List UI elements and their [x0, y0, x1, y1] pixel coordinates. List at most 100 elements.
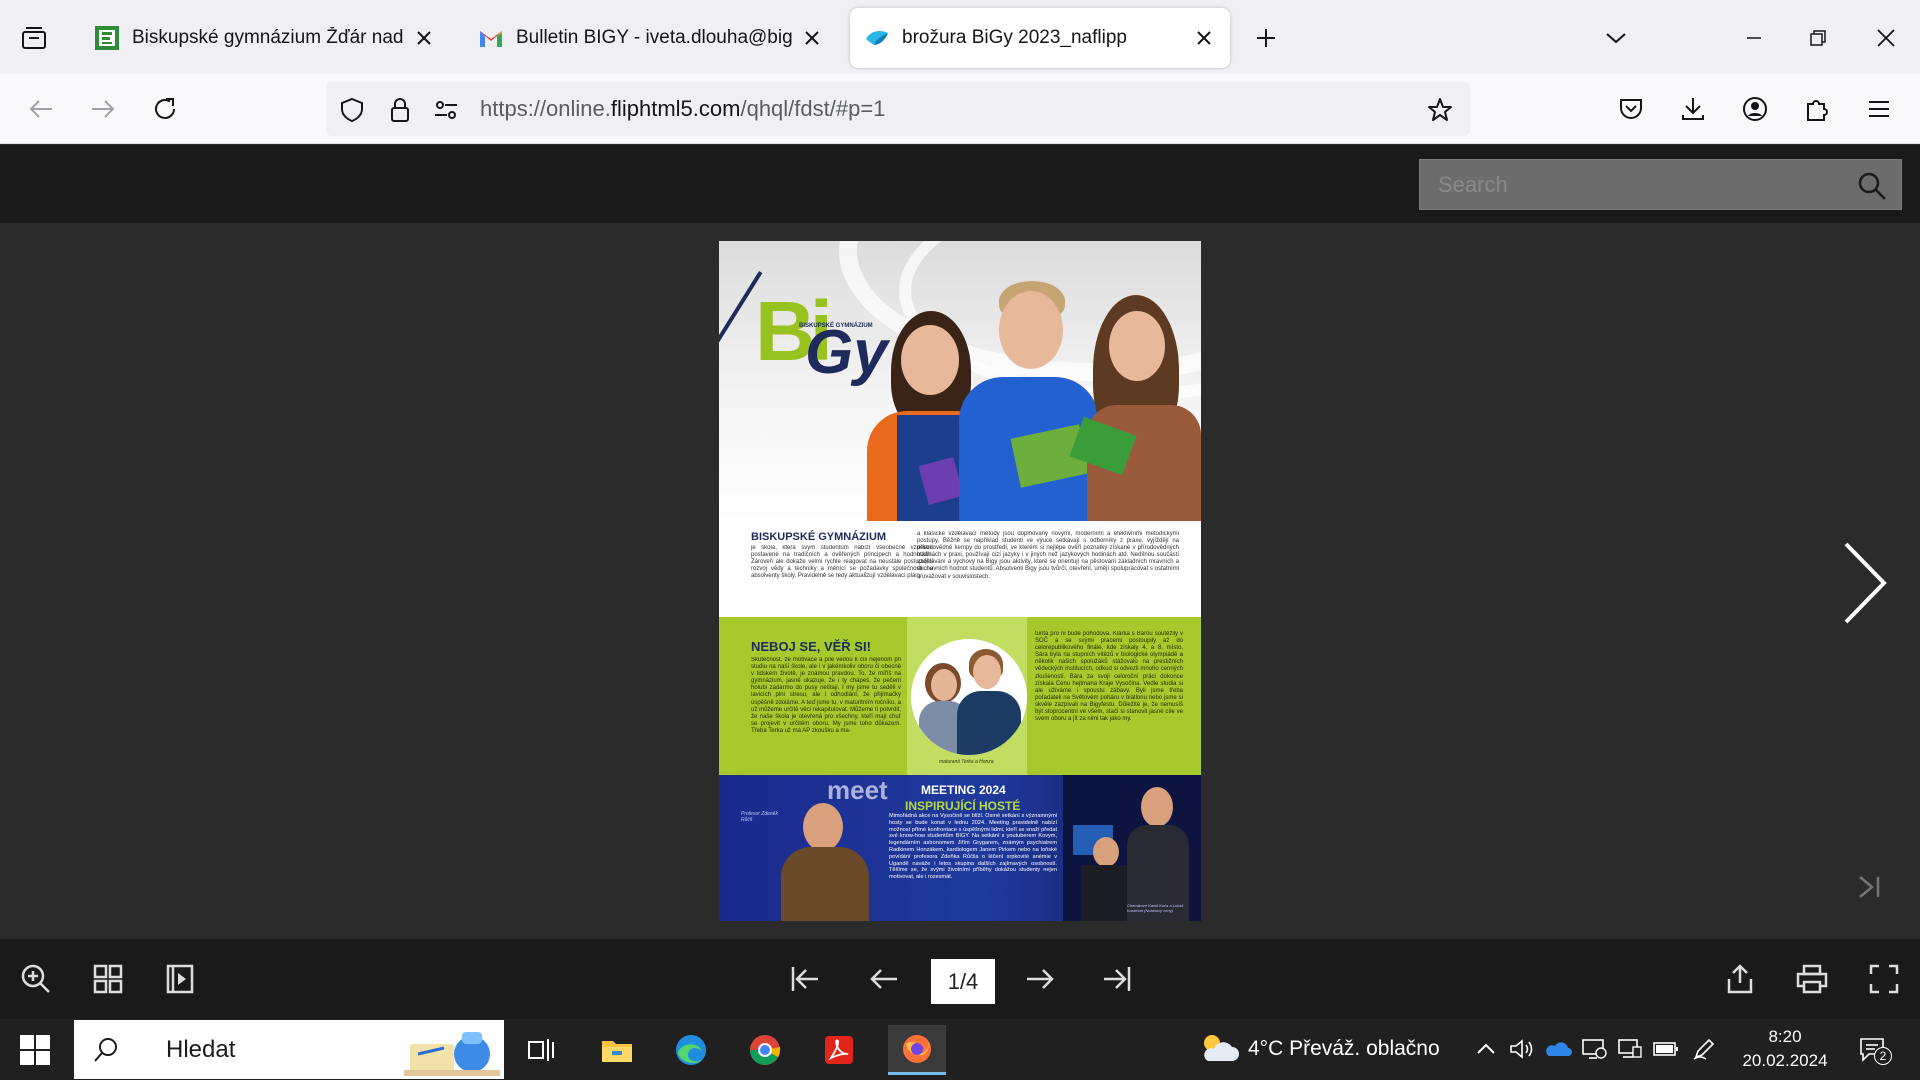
fullscreen-button[interactable] [1866, 961, 1902, 997]
site-security-button[interactable] [386, 96, 414, 124]
weather-cloud-icon[interactable] [1198, 1031, 1240, 1067]
zoom-in-button[interactable] [18, 961, 54, 997]
acrobat-button[interactable] [810, 1025, 868, 1075]
download-icon [1682, 98, 1704, 120]
printer-icon [1796, 964, 1828, 994]
next-page-arrow[interactable] [1840, 538, 1890, 628]
arrow-left-icon [29, 100, 52, 118]
weather-text[interactable]: 4°C Převáž. oblačno [1248, 1037, 1440, 1061]
intro-text-col1: je škola, která svým studentům nabízí vš… [751, 545, 933, 580]
speaker-photo-right [1063, 775, 1201, 921]
network-monitor-icon [1618, 1039, 1642, 1058]
firefox-icon [903, 1034, 931, 1063]
notifications-button[interactable]: 2 [1854, 1033, 1894, 1067]
task-view-button[interactable] [512, 1025, 570, 1075]
bookmark-star-button[interactable] [1426, 96, 1454, 124]
chevron-up-icon [1477, 1043, 1495, 1054]
taskbar-search[interactable]: Hledat [74, 1020, 504, 1079]
clock-date: 20.02.2024 [1742, 1051, 1828, 1070]
last-page-icon [1104, 967, 1131, 991]
flipbook-search [1419, 159, 1902, 210]
thumbnails-button[interactable] [90, 961, 126, 997]
taskbar-clock[interactable]: 8:20 20.02.2024 [1740, 1025, 1830, 1073]
search-icon[interactable] [1857, 171, 1887, 201]
last-page-dim-icon[interactable] [1856, 873, 1884, 901]
file-explorer-button[interactable] [588, 1025, 646, 1075]
speaker-right-caption: Chemikové Kamil Kuča a Lukáš Kostrhun (N… [1127, 903, 1184, 913]
puzzle-icon [1807, 100, 1828, 121]
chrome-button[interactable] [736, 1025, 794, 1075]
edge-icon [676, 1035, 706, 1065]
speaker-icon [1510, 1039, 1533, 1059]
account-button[interactable] [1738, 92, 1772, 126]
firefox-button[interactable] [888, 1025, 946, 1075]
neboj-se-text-col1: Skutečnost, že motivace a píle vedou k c… [751, 657, 901, 734]
play-book-icon [166, 964, 194, 994]
volume-button[interactable] [1508, 1035, 1536, 1063]
permissions-button[interactable] [432, 96, 460, 124]
speaker-photo-left [775, 799, 875, 921]
tab-title: Bulletin BIGY - iveta.dlouha@bigyzdar.cz [516, 27, 792, 48]
navigation-toolbar: https://online.fliphtml5.com/qhql/fdst/#… [0, 74, 1920, 144]
close-window-button[interactable] [1870, 22, 1902, 54]
back-button[interactable] [24, 92, 58, 126]
restore-button[interactable] [1802, 22, 1834, 54]
taskbar-search-label: Hledat [166, 1036, 236, 1063]
intro-section: BISKUPSKÉ GYMNÁZIUM je škola, která svým… [719, 521, 1201, 617]
share-button[interactable] [1722, 961, 1758, 997]
tab-close-button[interactable] [800, 26, 824, 50]
page-number-input[interactable]: 1/4 [931, 959, 995, 1004]
next-page-button[interactable] [1022, 961, 1058, 997]
first-page-button[interactable] [788, 961, 824, 997]
tab-brozura-bigy[interactable]: brožura BiGy 2023_naflipp [850, 8, 1230, 68]
close-icon [805, 31, 819, 45]
pen-button[interactable] [1690, 1035, 1718, 1063]
brochure-page[interactable]: Bi Gy BISKUPSKÉ GYMNÁZIUM BISKUPSKÉ GYMN… [719, 241, 1201, 921]
list-all-tabs-button[interactable] [1600, 22, 1632, 54]
last-page-button[interactable] [1098, 961, 1134, 997]
network-button[interactable] [1616, 1035, 1644, 1063]
autoflip-button[interactable] [162, 961, 198, 997]
tab-list-button[interactable] [18, 22, 50, 54]
show-hidden-icons-button[interactable] [1472, 1035, 1500, 1063]
bigy-logo-subtitle: BISKUPSKÉ GYMNÁZIUM [799, 323, 873, 329]
extensions-button[interactable] [1800, 92, 1834, 126]
battery-button[interactable] [1652, 1035, 1680, 1063]
downloads-button[interactable] [1676, 92, 1710, 126]
meeting-text: Mimořádná akce na Vysočině se blíží. Osm… [889, 813, 1057, 881]
previous-page-button[interactable] [866, 961, 902, 997]
forward-button[interactable] [86, 92, 120, 126]
tab-title: Biskupské gymnázium Žďár nad Sázavou [132, 27, 404, 48]
plus-icon [1257, 29, 1275, 47]
tab-close-button[interactable] [412, 26, 436, 50]
minimize-button[interactable] [1738, 22, 1770, 54]
tracking-protection-button[interactable] [338, 96, 366, 124]
flipbook-top-bar [0, 145, 1920, 223]
first-page-icon [791, 967, 818, 991]
onedrive-button[interactable] [1544, 1035, 1572, 1063]
onedrive-cloud-icon [1546, 1042, 1572, 1056]
address-bar[interactable]: https://online.fliphtml5.com/qhql/fdst/#… [326, 82, 1470, 136]
tab-bulletin-gmail[interactable]: Bulletin BIGY - iveta.dlouha@bigyzdar.cz [464, 8, 838, 68]
app-menu-button[interactable] [1862, 92, 1896, 126]
url-path: /qhql/fdst/#p=1 [740, 96, 886, 121]
meeting-section: meet Profesor Zdeněk Růčil MEETING 2024 … [719, 775, 1201, 921]
security-tray-button[interactable] [1580, 1035, 1608, 1063]
gmail-favicon-icon [480, 31, 502, 47]
zoom-in-icon [21, 964, 50, 993]
monitor-shield-icon [1582, 1039, 1607, 1059]
new-tab-button[interactable] [1250, 22, 1282, 54]
flipbook-bottom-bar: 1/4 [0, 939, 1920, 1019]
print-button[interactable] [1794, 961, 1830, 997]
tab-close-button[interactable] [1192, 26, 1216, 50]
windows-start-icon[interactable] [18, 1033, 52, 1067]
tab-biskupske-gymnazium[interactable]: Biskupské gymnázium Žďár nad Sázavou [80, 8, 450, 68]
reload-button[interactable] [148, 92, 182, 126]
flipbook-search-input[interactable] [1420, 160, 1840, 209]
pocket-button[interactable] [1614, 92, 1648, 126]
intro-text-col2: a klasické vzdělávací metody jsou doplňo… [917, 531, 1179, 580]
students-portrait-circle [911, 639, 1027, 755]
edge-button[interactable] [662, 1025, 720, 1075]
search-icon [94, 1038, 117, 1062]
speaker-left-caption: Profesor Zdeněk Růčil [741, 811, 778, 823]
